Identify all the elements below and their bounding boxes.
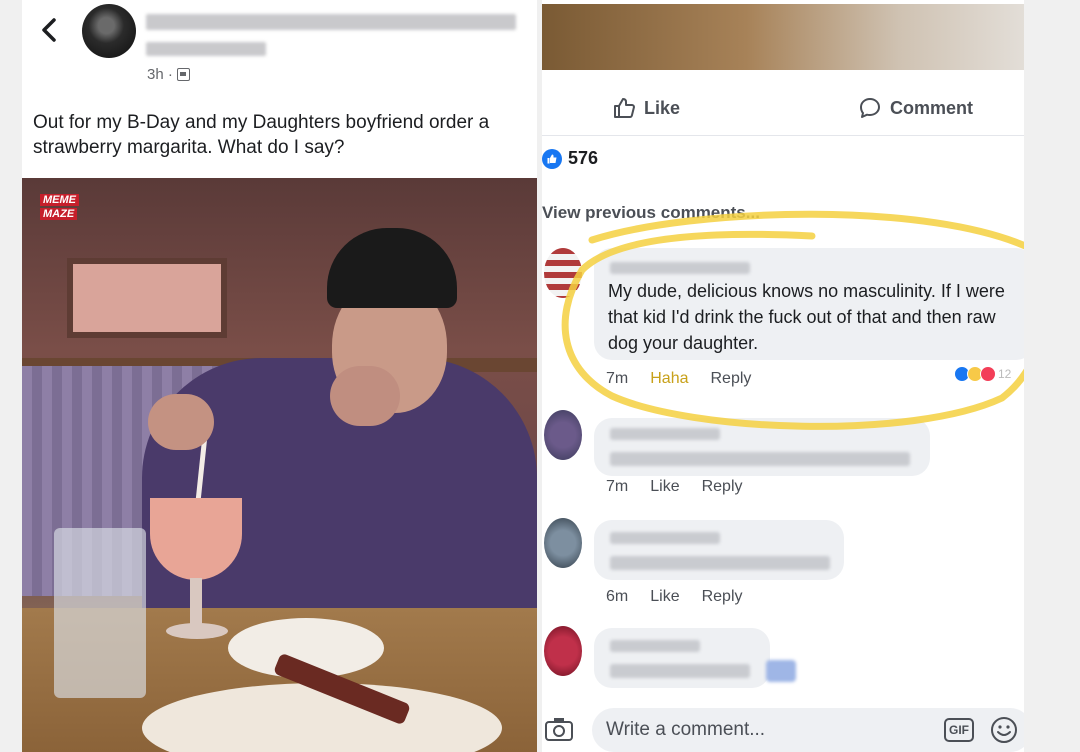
panel-edge [1024, 0, 1052, 752]
reply-button[interactable]: Reply [710, 370, 751, 388]
gif-icon[interactable]: GIF [944, 718, 974, 742]
comment-time: 7m [606, 370, 629, 387]
poster-avatar[interactable] [82, 4, 136, 58]
like-button[interactable]: Like [650, 478, 679, 496]
reply-button[interactable]: Reply [702, 588, 743, 606]
comment-meta: 7m Like Reply [606, 478, 743, 496]
commenter-name-redacted [610, 640, 700, 652]
post-time: 3h · [147, 66, 190, 83]
back-arrow-icon[interactable] [38, 16, 60, 44]
comment-bubble [594, 628, 770, 688]
commenter-avatar[interactable] [544, 518, 582, 568]
commenter-avatar[interactable] [544, 410, 582, 460]
comment-reactions[interactable]: 12 [954, 366, 1011, 382]
comment-button[interactable]: Comment [858, 96, 973, 120]
comment-reaction-count: 12 [998, 367, 1012, 381]
photo-person-hand-2 [148, 394, 214, 450]
love-reaction-icon [980, 366, 996, 382]
poster-name-redacted-2 [146, 42, 266, 56]
reaction-badge-redacted [766, 660, 796, 682]
photo-person-hand [330, 366, 400, 426]
comments-panel: Like Comment 576 View previous comments.… [542, 0, 1052, 752]
comment-text-redacted [610, 452, 910, 466]
photo-glass-base [166, 623, 228, 639]
post-actions-bar: Like Comment [542, 82, 1052, 136]
photo-person-beanie [327, 228, 457, 308]
post-photo-crop [542, 4, 1052, 70]
emoji-icon[interactable] [990, 716, 1018, 744]
comment-meta: 6m Like Reply [606, 588, 743, 606]
comment-time: 6m [606, 588, 629, 605]
post-photo[interactable] [22, 178, 537, 752]
like-reaction-icon [542, 148, 562, 169]
commenter-avatar[interactable] [544, 626, 582, 676]
like-button[interactable]: Like [612, 96, 680, 120]
photo-glass-stem [190, 578, 202, 628]
comment-bubble [594, 418, 930, 476]
camera-icon[interactable] [544, 716, 574, 742]
reply-button[interactable]: Reply [702, 478, 743, 496]
comment-icon [860, 98, 880, 118]
comment-meta: 7m Haha Reply [606, 370, 751, 388]
commenter-name-redacted [610, 428, 720, 440]
reaction-count: 576 [568, 148, 599, 168]
comment-bubble: My dude, delicious knows no masculinity.… [594, 248, 1034, 360]
photo-water-glass [54, 528, 146, 698]
comment-bubble [594, 520, 844, 580]
poster-name-redacted [146, 14, 516, 30]
comment-time: 7m [606, 478, 629, 495]
commenter-avatar[interactable] [544, 248, 582, 298]
comment-text-redacted [610, 664, 750, 678]
comment-text-redacted [610, 556, 830, 570]
post-panel: 3h · Out for my B-Day and my Daughters b… [22, 0, 537, 752]
commenter-name-redacted [610, 262, 750, 274]
reaction-button[interactable]: Haha [650, 370, 688, 388]
watermark-logo: MEME MAZE [40, 194, 96, 222]
photo-window [67, 258, 227, 338]
reaction-summary[interactable]: 576 [542, 148, 598, 169]
commenter-name-redacted [610, 532, 720, 544]
view-previous-comments-link[interactable]: View previous comments... [542, 203, 760, 223]
post-text: Out for my B-Day and my Daughters boyfri… [33, 112, 490, 158]
like-button[interactable]: Like [650, 588, 679, 606]
like-icon [614, 98, 635, 118]
comment-composer: GIF [542, 704, 1052, 752]
globe-icon [176, 68, 190, 81]
